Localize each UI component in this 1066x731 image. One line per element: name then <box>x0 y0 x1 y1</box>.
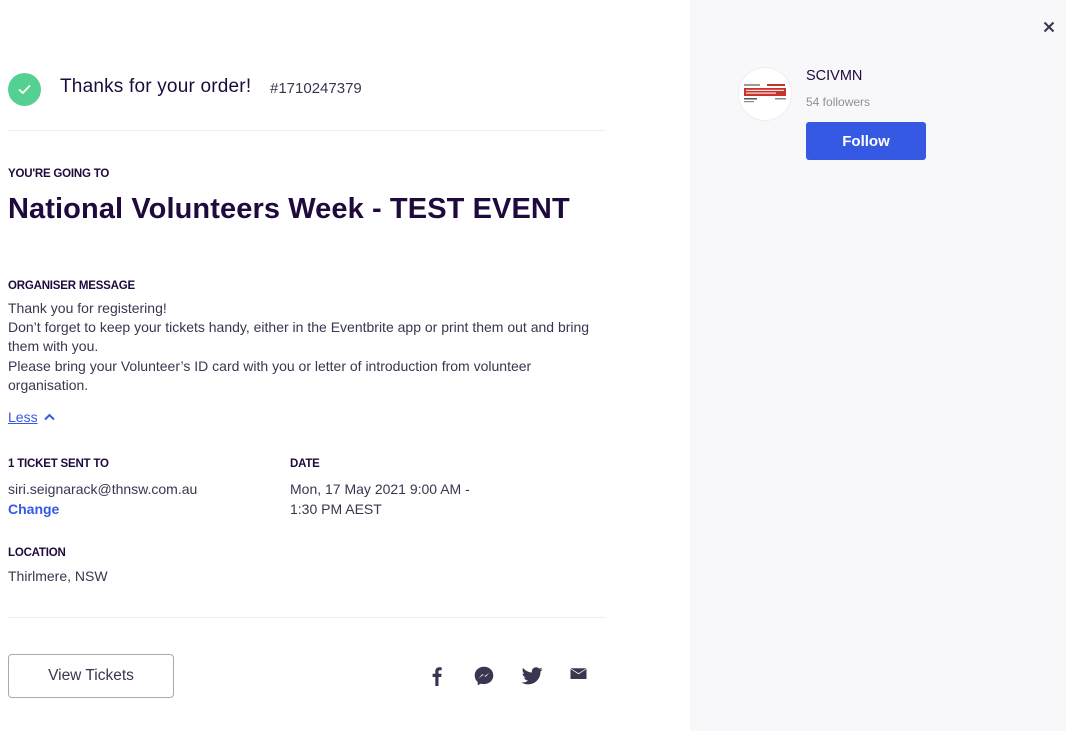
follow-button[interactable]: Follow <box>806 122 926 160</box>
follower-count: 54 followers <box>806 95 871 109</box>
message-line: Please bring your Volunteer’s ID card wi… <box>8 357 532 393</box>
change-email-link[interactable]: Change <box>8 501 59 517</box>
chevron-up-icon[interactable] <box>44 413 55 421</box>
date-label: DATE <box>290 458 320 470</box>
organiser-message: Thank you for registering! Don’t forget … <box>8 299 598 395</box>
email-icon[interactable] <box>570 666 587 682</box>
divider <box>8 130 605 131</box>
facebook-icon[interactable] <box>432 666 442 686</box>
divider <box>8 617 605 618</box>
view-tickets-button[interactable]: View Tickets <box>8 654 174 698</box>
twitter-icon[interactable] <box>521 666 543 686</box>
less-link[interactable]: Less <box>8 409 38 425</box>
messenger-icon[interactable] <box>474 666 494 686</box>
organizer-avatar[interactable] <box>738 67 792 121</box>
event-title: National Volunteers Week - TEST EVENT <box>8 193 570 225</box>
location-value: Thirlmere, NSW <box>8 568 108 584</box>
message-line: Thank you for registering! <box>8 300 167 316</box>
order-confirmation-panel: Thanks for your order! #1710247379 YOU'R… <box>0 0 690 731</box>
close-icon[interactable] <box>1043 21 1055 33</box>
time-line: 1:30 PM AEST <box>290 500 382 517</box>
order-number: #1710247379 <box>270 80 362 97</box>
going-to-label: YOU'RE GOING TO <box>8 168 110 180</box>
event-date: Mon, 17 May 2021 9:00 AM - 1:30 PM AEST <box>290 480 470 519</box>
date-line: Mon, 17 May 2021 9:00 AM - <box>290 481 470 497</box>
organizer-logo <box>744 84 786 103</box>
organiser-message-label: ORGANISER MESSAGE <box>8 280 135 292</box>
ticket-sent-label: 1 TICKET SENT TO <box>8 458 109 470</box>
thanks-message: Thanks for your order! <box>60 76 252 97</box>
location-label: LOCATION <box>8 547 66 559</box>
message-line: Don’t forget to keep your tickets handy,… <box>8 319 590 355</box>
organizer-name[interactable]: SCIVMN <box>806 68 862 84</box>
ticket-email: siri.seignarack@thnsw.com.au <box>8 481 198 497</box>
success-check-icon <box>8 73 41 106</box>
